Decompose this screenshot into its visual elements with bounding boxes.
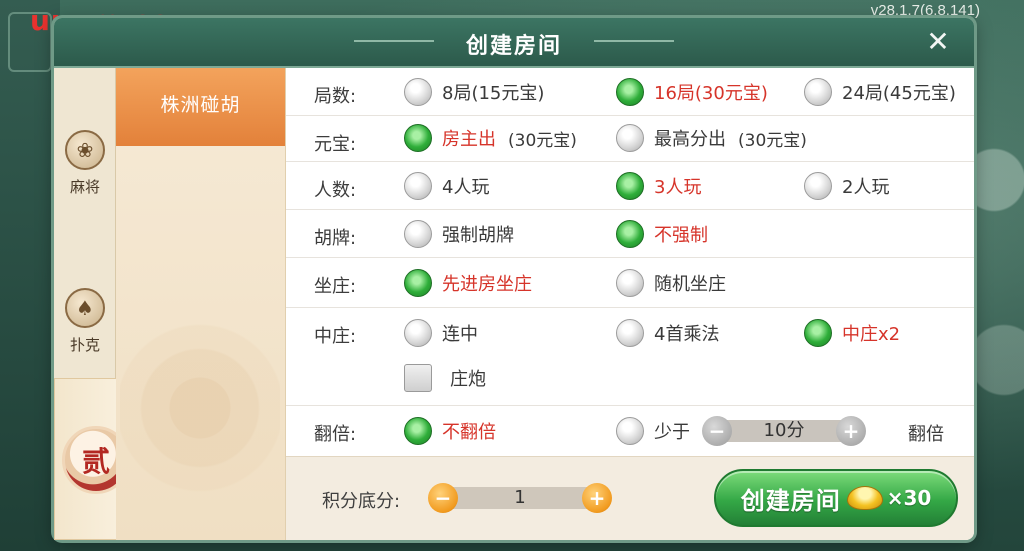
radio-selected-icon xyxy=(404,269,432,297)
option-row-double: 翻倍: 不翻倍 少于 − 10分 + 翻倍 xyxy=(286,406,974,456)
players-option-2[interactable]: 2人玩 xyxy=(804,172,889,200)
dialog-footer: 积分底分: − 1 + 创建房间 ×30 xyxy=(286,456,974,540)
radio-selected-icon xyxy=(804,319,832,347)
score-plus-icon[interactable]: + xyxy=(582,483,612,513)
radio-icon xyxy=(804,78,832,106)
zhongzhuang-option-lianzhong[interactable]: 连中 xyxy=(404,319,478,347)
tab-mahjong-label: 麻将 xyxy=(69,178,100,196)
double-option-less-than[interactable]: 少于 xyxy=(616,417,690,445)
radio-icon xyxy=(404,319,432,347)
double-option-none[interactable]: 不翻倍 xyxy=(404,417,496,445)
gold-ingot-icon xyxy=(846,486,883,510)
score-label: 积分底分: xyxy=(322,491,401,512)
option-row-zhongzhuang: 中庄: 连中 4首乘法 中庄x2 庄炮 xyxy=(286,308,974,406)
score-stepper[interactable]: − 1 + xyxy=(428,483,612,513)
hu-option-not-forced[interactable]: 不强制 xyxy=(616,220,708,248)
ingot-label: 元宝: xyxy=(314,134,357,155)
hu-option-forced[interactable]: 强制胡牌 xyxy=(404,220,514,248)
version-label: v28.1.7(6.8.141) xyxy=(870,2,980,19)
radio-selected-icon xyxy=(616,172,644,200)
radio-icon xyxy=(616,417,644,445)
create-room-dialog: 创建房间 ✕ ❀ 麻将 ♠ 扑克 贰 株洲碰胡 局数: 8局(15元宝) 16局… xyxy=(54,18,974,540)
radio-icon xyxy=(616,319,644,347)
rounds-option-8[interactable]: 8局(15元宝) xyxy=(404,78,544,106)
zhuangpao-checkbox[interactable]: 庄炮 xyxy=(404,364,486,392)
double-label: 翻倍: xyxy=(314,424,357,445)
peony-decoration xyxy=(120,318,280,518)
option-row-ingot: 元宝: 房主出 (30元宝) 最高分出 (30元宝) xyxy=(286,116,974,162)
tab-poker-label: 扑克 xyxy=(69,336,100,354)
tab-mahjong[interactable]: ❀ 麻将 xyxy=(54,130,116,197)
minus-icon[interactable]: − xyxy=(702,416,732,446)
game-item-zhuzhou-penghu[interactable]: 株洲碰胡 xyxy=(116,68,285,146)
double-suffix-label: 翻倍 xyxy=(908,424,944,445)
create-room-button[interactable]: 创建房间 ×30 xyxy=(714,469,958,527)
game-list: 株洲碰胡 xyxy=(116,68,286,540)
players-option-4[interactable]: 4人玩 xyxy=(404,172,489,200)
radio-icon xyxy=(616,124,644,152)
ingot-option-owner[interactable]: 房主出 (30元宝) xyxy=(404,124,577,152)
radio-selected-icon xyxy=(404,417,432,445)
radio-icon xyxy=(404,220,432,248)
radio-selected-icon xyxy=(616,220,644,248)
hu-label: 胡牌: xyxy=(314,228,357,249)
rounds-option-24[interactable]: 24局(45元宝) xyxy=(804,78,956,106)
zhongzhuang-label: 中庄: xyxy=(314,326,357,347)
tab-poker[interactable]: ♠ 扑克 xyxy=(54,288,116,355)
create-room-cost: ×30 xyxy=(886,486,932,510)
players-option-3[interactable]: 3人玩 xyxy=(616,172,701,200)
background-left-panel xyxy=(0,0,60,551)
radio-selected-icon xyxy=(404,124,432,152)
score-value: 1 xyxy=(450,487,590,509)
radio-icon xyxy=(804,172,832,200)
room-options-panel[interactable]: 局数: 8局(15元宝) 16局(30元宝) 24局(45元宝) 元宝: 房主出… xyxy=(286,68,974,456)
ingot-option-highest[interactable]: 最高分出 (30元宝) xyxy=(616,124,807,152)
option-row-players: 人数: 4人玩 3人玩 2人玩 xyxy=(286,162,974,210)
dealer-option-first[interactable]: 先进房坐庄 xyxy=(404,269,532,297)
zhongzhuang-option-4shou[interactable]: 4首乘法 xyxy=(616,319,719,347)
checkbox-icon xyxy=(404,364,432,392)
spade-icon: ♠ xyxy=(65,288,105,328)
threshold-value: 10分 xyxy=(724,420,844,442)
close-icon[interactable]: ✕ xyxy=(922,26,954,58)
mahjong-flower-icon: ❀ xyxy=(65,130,105,170)
rounds-label: 局数: xyxy=(314,86,357,107)
title-ornament-right xyxy=(594,40,674,42)
double-threshold-stepper[interactable]: − 10分 + xyxy=(702,416,866,446)
option-row-rounds: 局数: 8局(15元宝) 16局(30元宝) 24局(45元宝) xyxy=(286,68,974,116)
radio-selected-icon xyxy=(616,78,644,106)
option-row-hu: 胡牌: 强制胡牌 不强制 xyxy=(286,210,974,258)
players-label: 人数: xyxy=(314,180,357,201)
dialog-title: 创建房间 xyxy=(465,34,562,59)
rounds-option-16[interactable]: 16局(30元宝) xyxy=(616,78,768,106)
plus-icon[interactable]: + xyxy=(836,416,866,446)
dialog-titlebar: 创建房间 ✕ xyxy=(54,18,974,68)
zhongzhuang-option-x2[interactable]: 中庄x2 xyxy=(804,319,900,347)
radio-icon xyxy=(616,269,644,297)
create-room-button-label: 创建房间 xyxy=(740,486,841,515)
score-minus-icon[interactable]: − xyxy=(428,483,458,513)
dealer-option-random[interactable]: 随机坐庄 xyxy=(616,269,726,297)
radio-icon xyxy=(404,78,432,106)
dealer-label: 坐庄: xyxy=(314,276,357,297)
option-row-dealer: 坐庄: 先进房坐庄 随机坐庄 xyxy=(286,258,974,308)
radio-icon xyxy=(404,172,432,200)
